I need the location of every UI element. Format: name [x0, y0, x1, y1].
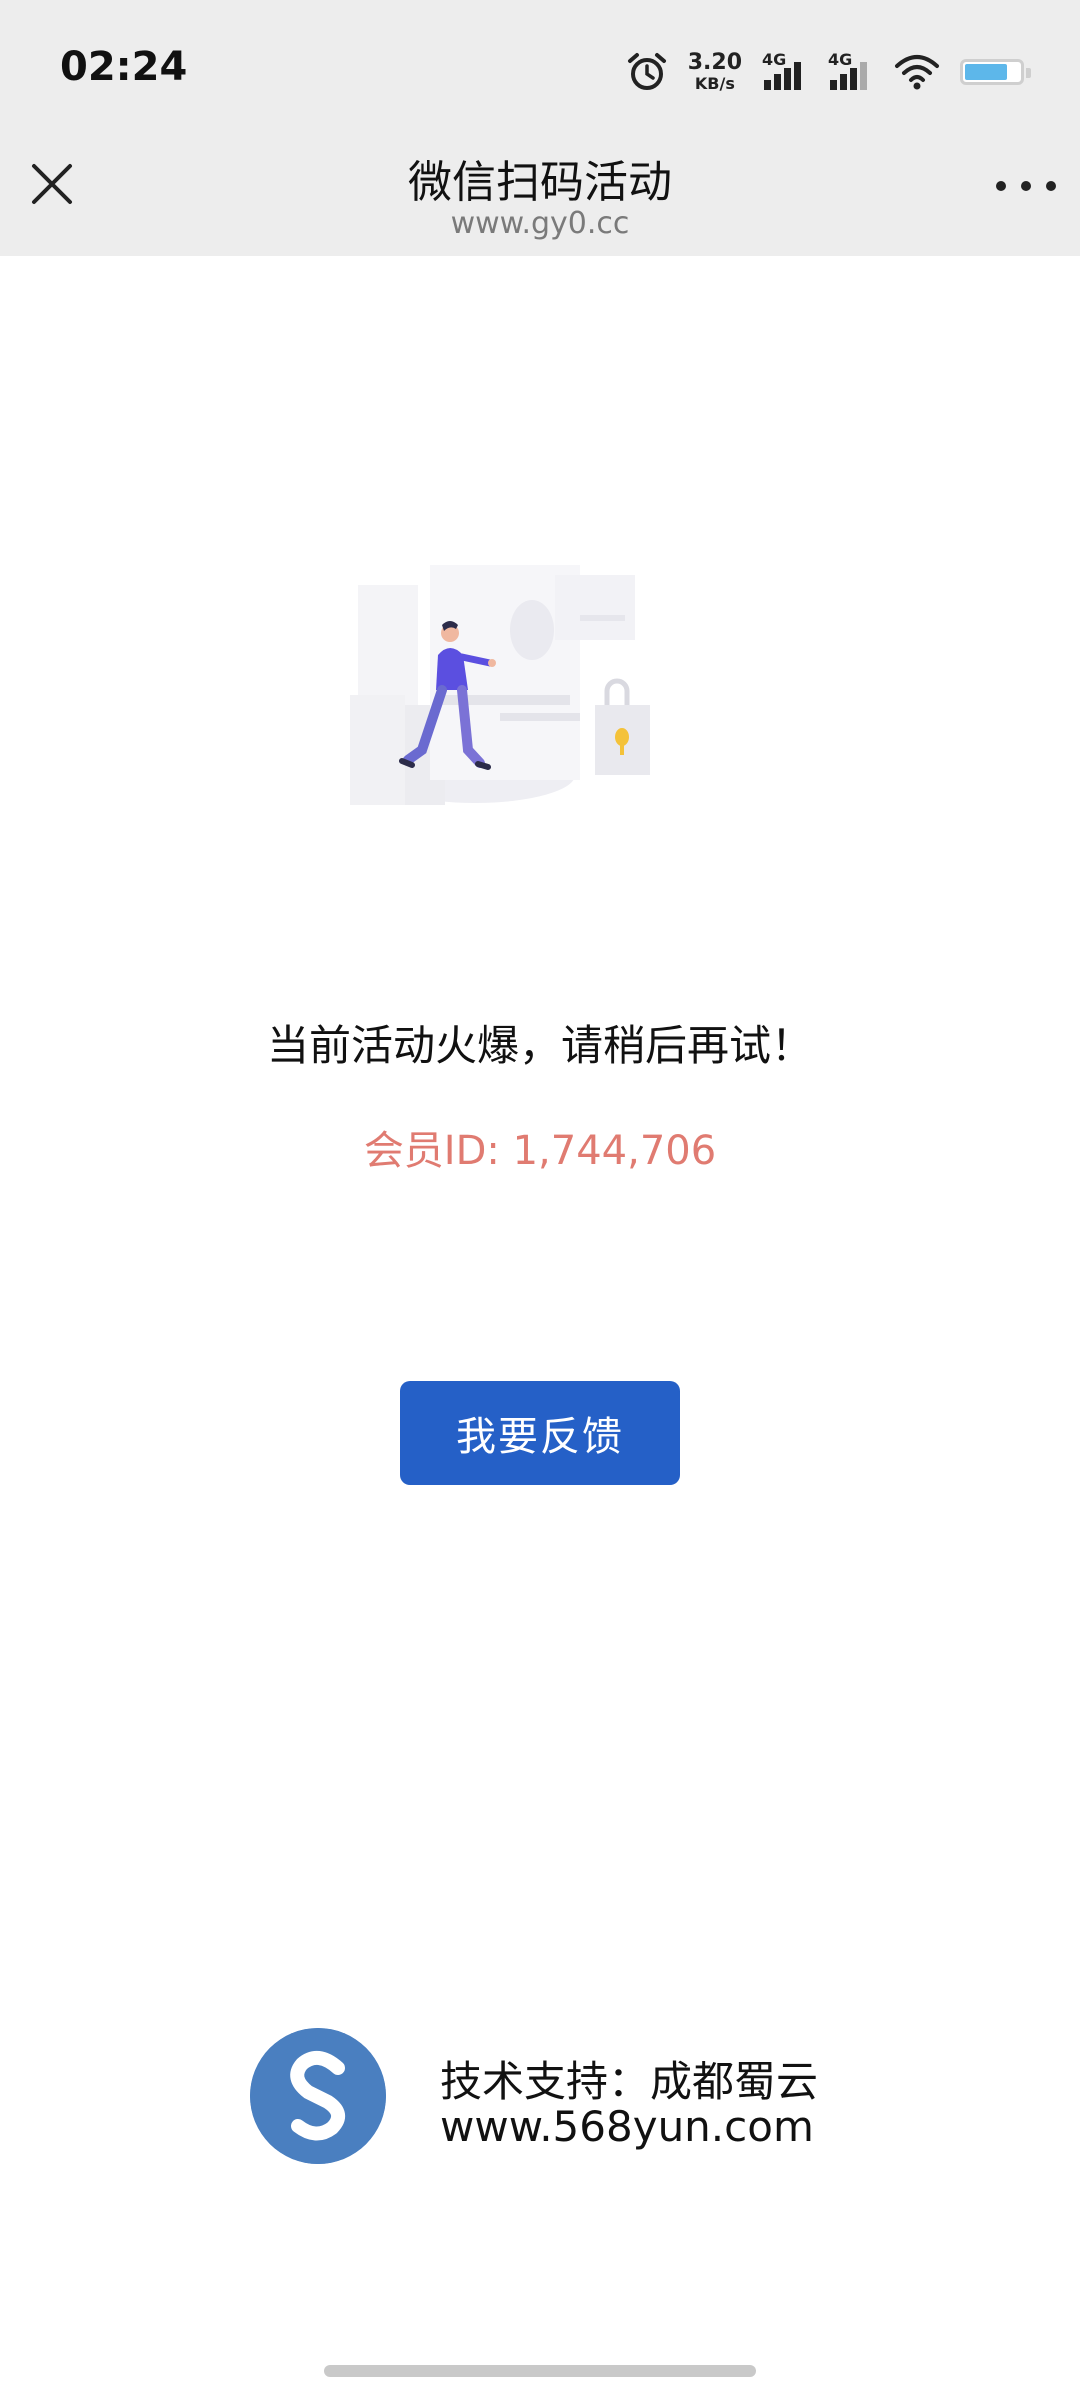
status-time: 02:24 — [60, 44, 188, 90]
person-walking-lock-illustration — [350, 565, 650, 805]
battery-icon — [960, 59, 1031, 85]
support-url[interactable]: www.568yun.com — [440, 2102, 814, 2151]
net-speed-value: 3.20 — [687, 50, 742, 75]
signal-icon: 4G — [762, 50, 808, 92]
member-id: 会员ID: 1,744,706 — [363, 1128, 717, 1174]
page-title: 微信扫码活动 — [408, 157, 672, 208]
alarm-icon — [627, 53, 666, 90]
feedback-button[interactable]: 我要反馈 — [400, 1381, 680, 1485]
page-domain: www.gy0.cc — [450, 206, 630, 241]
signal-icon: 4G — [828, 50, 874, 92]
net-speed: 3.20 KB/s — [688, 52, 742, 92]
status-icons: 3.20 KB/s 4G 4G — [626, 48, 1031, 96]
status-bar: 02:24 3.20 KB/s 4G 4G — [0, 0, 1080, 130]
nav-bar: 微信扫码活动 www.gy0.cc — [0, 130, 1080, 256]
s-logo-icon — [250, 2028, 386, 2164]
net-speed-unit: KB/s — [694, 74, 735, 93]
home-indicator[interactable] — [324, 2365, 756, 2377]
status-message: 当前活动火爆，请稍后再试！ — [266, 1021, 813, 1070]
more-icon[interactable] — [996, 168, 1056, 204]
wifi-icon — [895, 55, 939, 90]
tech-support-text: 技术支持：成都蜀云 — [440, 2057, 819, 2106]
